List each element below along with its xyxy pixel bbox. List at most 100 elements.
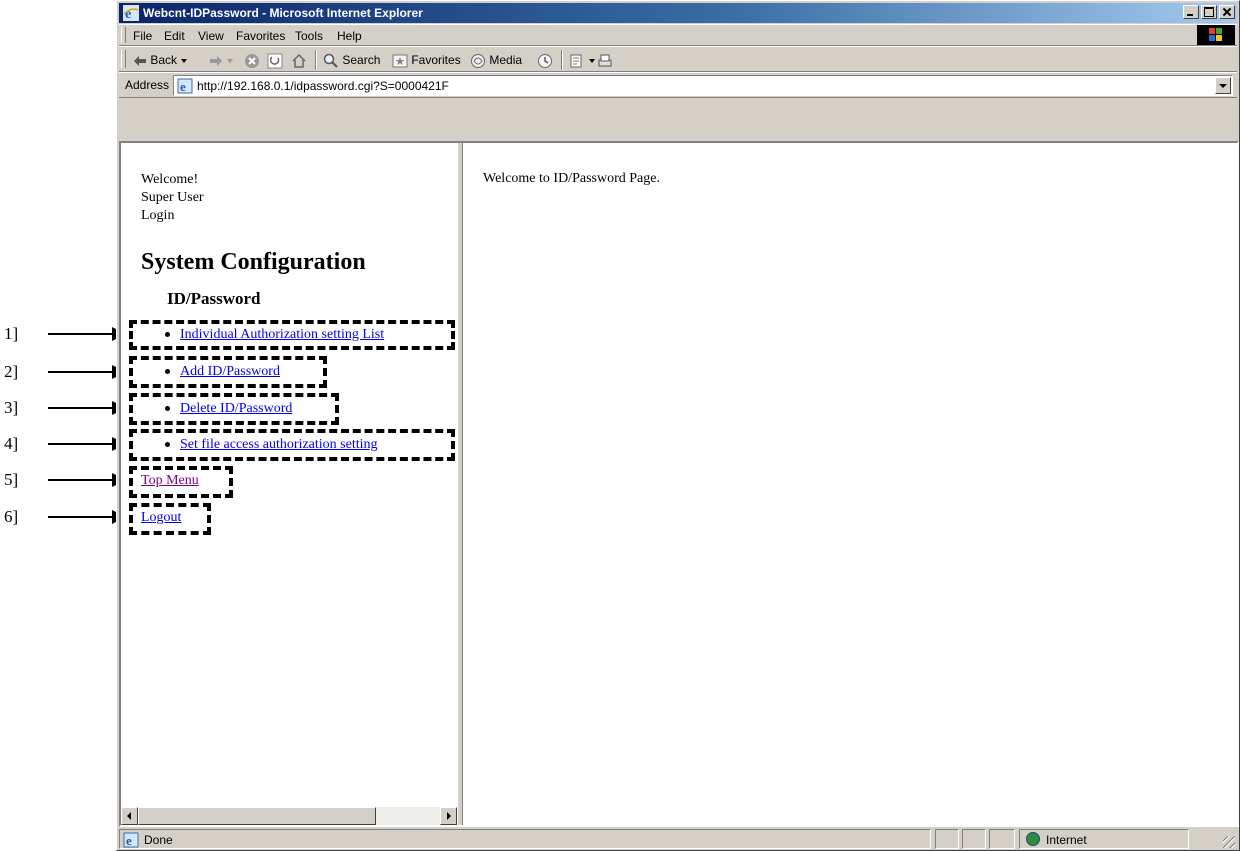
- resize-grip-icon[interactable]: [1223, 836, 1235, 848]
- maximize-icon[interactable]: [1201, 5, 1217, 19]
- status-bar: e Done Internet: [119, 829, 1237, 850]
- callout-line: [48, 479, 116, 481]
- ie-logo-icon: e: [123, 5, 139, 21]
- svg-text:e: e: [126, 833, 132, 848]
- menu-favorites[interactable]: Favorites: [236, 28, 285, 44]
- status-panel: e Done: [119, 829, 931, 849]
- media-icon: [471, 53, 485, 68]
- media-label: Media: [489, 53, 523, 67]
- callout-line: [48, 407, 116, 409]
- callout-number: 6]: [4, 507, 19, 526]
- highlight-box: [129, 320, 455, 350]
- search-button[interactable]: Search: [323, 51, 380, 69]
- callout-line: [48, 333, 116, 335]
- welcome-message: Welcome to ID/Password Page.: [483, 171, 660, 186]
- page-icon: e: [177, 78, 193, 94]
- browser-window: e Webcnt-IDPassword - Microsoft Internet…: [116, 0, 1240, 851]
- back-icon: [134, 55, 146, 66]
- callout-number: 3]: [4, 398, 19, 417]
- callout-line: [48, 516, 116, 518]
- print-button[interactable]: [597, 51, 613, 69]
- standard-toolbar: Back Search Favorites Media: [119, 46, 1237, 72]
- mail-icon: [570, 54, 582, 68]
- highlight-box: [129, 429, 455, 461]
- home-button[interactable]: [291, 51, 307, 69]
- windows-flag-icon: [1197, 25, 1235, 45]
- window-controls: [1181, 5, 1235, 21]
- minimize-icon[interactable]: [1183, 5, 1199, 19]
- address-label: Address: [125, 78, 170, 92]
- callout-number: 5]: [4, 470, 19, 489]
- scrollbar-thumb[interactable]: [138, 807, 376, 825]
- toolbar-grip: [121, 50, 126, 68]
- search-label: Search: [342, 53, 381, 67]
- chevron-down-icon: [227, 58, 234, 63]
- user-name: Super User: [141, 190, 204, 205]
- window-title: Webcnt-IDPassword - Microsoft Internet E…: [143, 6, 423, 20]
- status-text: Done: [144, 833, 173, 847]
- highlight-box: [129, 356, 327, 388]
- status-panel-empty: [935, 829, 959, 849]
- address-input[interactable]: e http://192.168.0.1/idpassword.cgi?S=00…: [173, 75, 1233, 96]
- close-icon[interactable]: [1219, 5, 1235, 19]
- mail-button[interactable]: [569, 51, 596, 69]
- subsection-title: ID/Password: [167, 289, 261, 308]
- callout-line: [48, 443, 116, 445]
- media-button[interactable]: Media: [470, 51, 522, 69]
- home-icon: [292, 53, 306, 68]
- address-dropdown-button[interactable]: [1215, 77, 1231, 94]
- horizontal-scrollbar[interactable]: [121, 807, 457, 825]
- callout-number: 2]: [4, 362, 19, 381]
- highlight-box: [129, 503, 211, 535]
- menu-bar: File Edit View Favorites Tools Help: [119, 24, 1237, 46]
- page-icon: e: [123, 832, 139, 848]
- print-icon: [598, 54, 612, 67]
- refresh-icon: [267, 53, 283, 69]
- callout-number: 4]: [4, 434, 19, 453]
- back-button[interactable]: Back: [133, 51, 188, 69]
- refresh-button[interactable]: [267, 51, 283, 69]
- history-icon: [538, 53, 552, 68]
- highlight-box: [129, 466, 233, 498]
- navigation-frame: Welcome! Super User Login System Configu…: [121, 143, 457, 825]
- history-button[interactable]: [537, 51, 553, 69]
- back-label: Back: [150, 53, 178, 67]
- menu-file[interactable]: File: [133, 28, 152, 44]
- toolbar-separator: [315, 50, 317, 70]
- chevron-down-icon: [181, 58, 188, 63]
- toolbar-separator: [561, 50, 563, 70]
- main-frame: Welcome to ID/Password Page.: [463, 143, 1237, 825]
- callout-line: [48, 371, 116, 373]
- forward-button[interactable]: [209, 51, 234, 69]
- favorites-icon: [392, 54, 408, 68]
- zone-text: Internet: [1046, 833, 1087, 847]
- login-text: Login: [141, 208, 175, 223]
- chevron-down-icon: [589, 58, 596, 63]
- scroll-left-icon[interactable]: [121, 807, 138, 825]
- menu-help[interactable]: Help: [337, 28, 362, 44]
- scroll-right-icon[interactable]: [440, 807, 457, 825]
- highlight-box: [129, 393, 339, 425]
- status-panel-empty: [989, 829, 1015, 849]
- search-icon: [323, 53, 338, 68]
- globe-icon: [1026, 832, 1040, 846]
- security-zone: Internet: [1019, 829, 1189, 849]
- welcome-text: Welcome!: [141, 172, 199, 187]
- section-title: System Configuration: [141, 249, 366, 275]
- address-bar: Address e http://192.168.0.1/idpassword.…: [119, 72, 1237, 98]
- favorites-button[interactable]: Favorites: [392, 51, 461, 69]
- toolbar-grip: [121, 27, 126, 43]
- menu-edit[interactable]: Edit: [164, 28, 185, 44]
- favorites-label: Favorites: [411, 53, 461, 67]
- address-url: http://192.168.0.1/idpassword.cgi?S=0000…: [197, 79, 449, 93]
- menu-tools[interactable]: Tools: [295, 28, 323, 44]
- content-area: Welcome! Super User Login System Configu…: [119, 141, 1239, 827]
- stop-button[interactable]: [244, 51, 260, 69]
- status-panel-empty: [962, 829, 986, 849]
- forward-icon: [210, 55, 222, 66]
- menu-view[interactable]: View: [198, 28, 224, 44]
- svg-text:e: e: [180, 79, 186, 94]
- welcome-block: Welcome! Super User Login: [141, 171, 204, 225]
- title-bar[interactable]: e Webcnt-IDPassword - Microsoft Internet…: [119, 3, 1237, 23]
- stop-icon: [245, 53, 259, 68]
